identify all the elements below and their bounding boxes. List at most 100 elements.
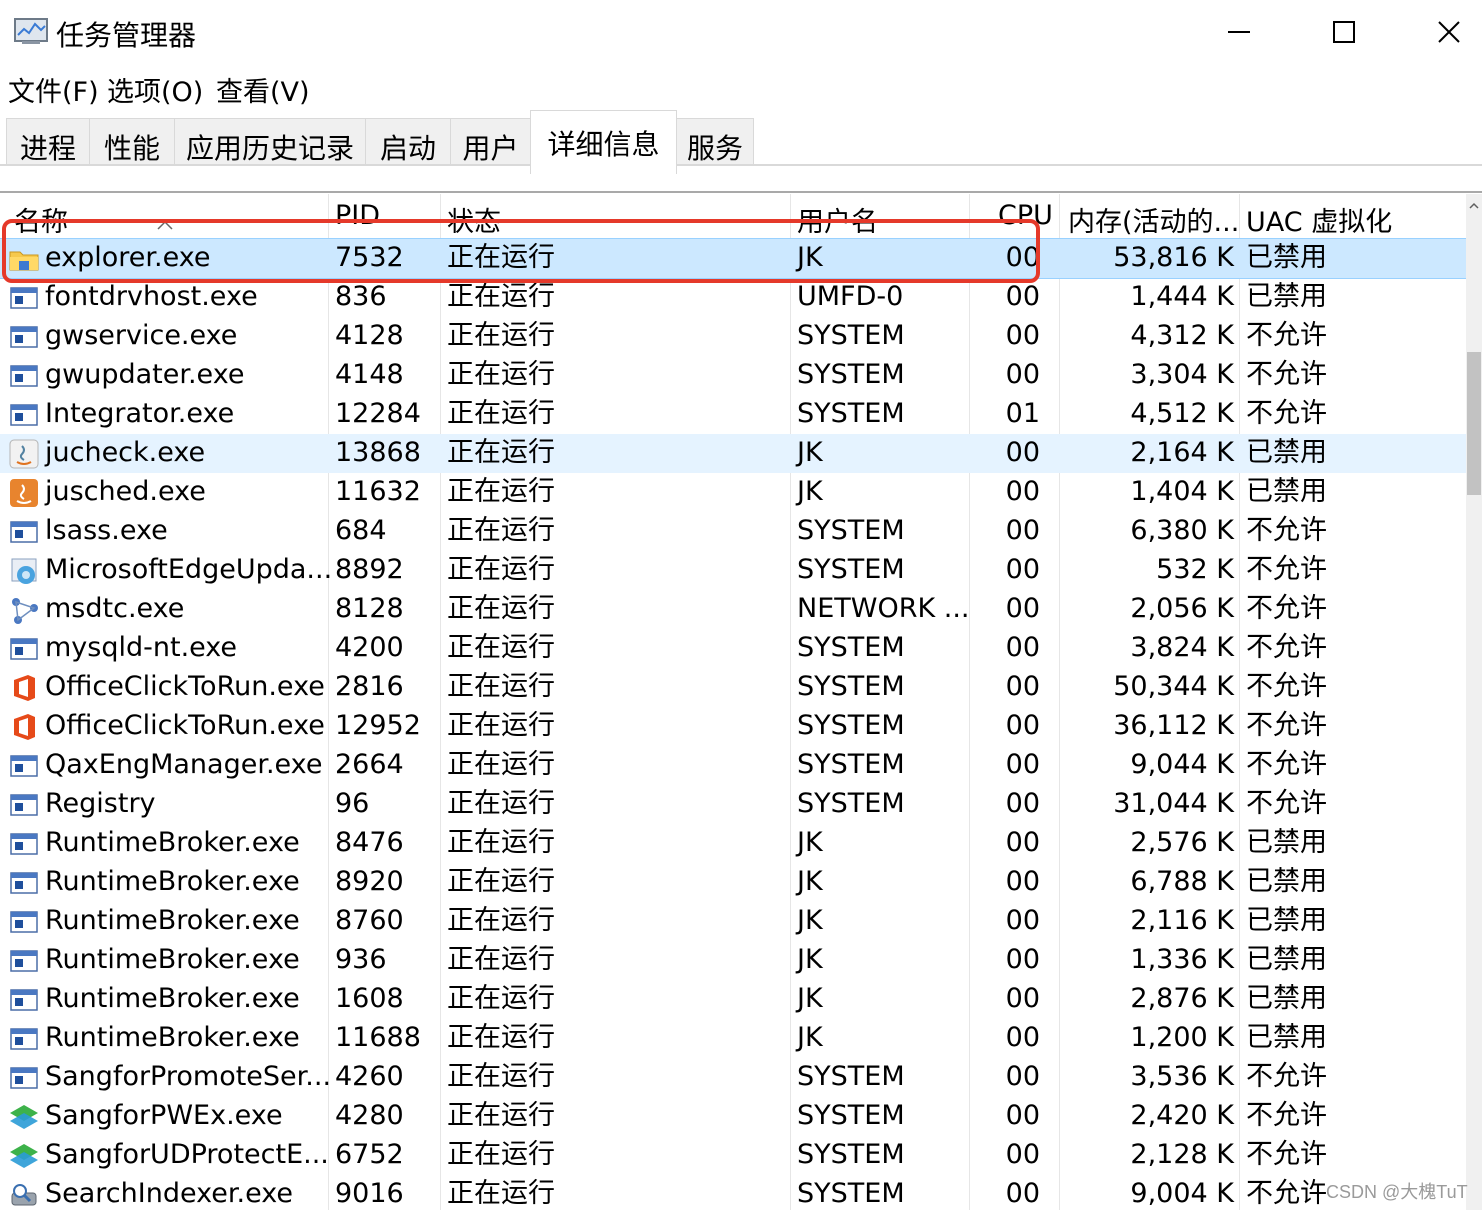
process-pid: 684	[335, 515, 387, 546]
process-pid: 11688	[335, 1022, 421, 1053]
process-user: SYSTEM	[797, 515, 905, 546]
close-button[interactable]	[1397, 0, 1482, 64]
process-cpu: 00	[1005, 476, 1040, 507]
process-name: gwupdater.exe	[45, 359, 245, 390]
process-pid: 8760	[335, 905, 404, 936]
process-memory: 3,824 K	[1130, 632, 1234, 663]
network-icon	[12, 598, 38, 624]
scroll-up-icon[interactable]	[1466, 198, 1482, 214]
process-pid: 8476	[335, 827, 404, 858]
table-row[interactable]: explorer.exe 7532 正在运行 JK 00 53,816 K 已禁用	[0, 238, 1467, 279]
table-row[interactable]: RuntimeBroker.exe 8476 正在运行 JK 00 2,576 K 已禁用	[0, 824, 1466, 863]
table-row[interactable]: msdtc.exe 8128 正在运行 NETWORK ... 00 2,056 K 不允许	[0, 590, 1466, 629]
process-pid: 936	[335, 944, 387, 975]
process-memory: 2,116 K	[1130, 905, 1234, 936]
process-memory: 4,312 K	[1130, 320, 1234, 351]
process-name: OfficeClickToRun.exe	[45, 671, 325, 702]
table-row[interactable]: fontdrvhost.exe 836 正在运行 UMFD-0 00 1,444 K 已禁用	[0, 278, 1466, 317]
table-row[interactable]: MicrosoftEdgeUpda... 8892 正在运行 SYSTEM 00 532 …	[0, 551, 1466, 590]
menu-view[interactable]: 查看(V)	[216, 70, 310, 109]
column-header-memory[interactable]: 内存(活动的...	[1068, 200, 1239, 239]
table-row[interactable]: OfficeClickToRun.exe 2816 正在运行 SYSTEM 00 50,3…	[0, 668, 1466, 707]
process-user: SYSTEM	[797, 749, 905, 780]
process-uac: 不允许	[1246, 788, 1327, 819]
column-header-cpu[interactable]: CPU	[998, 200, 1053, 231]
process-name: RuntimeBroker.exe	[45, 983, 300, 1014]
process-memory: 3,304 K	[1130, 359, 1234, 390]
table-row[interactable]: jucheck.exe 13868 正在运行 JK 00 2,164 K 已禁用	[0, 434, 1466, 473]
process-cpu: 00	[1005, 1178, 1040, 1209]
table-row[interactable]: Integrator.exe 12284 正在运行 SYSTEM 01 4,512 K 不允…	[0, 395, 1466, 434]
table-row[interactable]: OfficeClickToRun.exe 12952 正在运行 SYSTEM 00 36,…	[0, 707, 1466, 746]
process-cpu: 00	[1005, 1061, 1040, 1092]
process-uac: 不允许	[1246, 359, 1327, 390]
scrollbar-thumb[interactable]	[1467, 352, 1481, 495]
process-pid: 11632	[335, 476, 421, 507]
java-orange-icon	[10, 479, 38, 507]
table-row[interactable]: jusched.exe 11632 正在运行 JK 00 1,404 K 已禁用	[0, 473, 1466, 512]
process-pid: 836	[335, 281, 387, 312]
close-icon	[1438, 21, 1460, 43]
table-row[interactable]: QaxEngManager.exe 2664 正在运行 SYSTEM 00 9,044 K…	[0, 746, 1466, 785]
process-status: 正在运行	[447, 242, 555, 273]
table-row[interactable]: mysqld-nt.exe 4200 正在运行 SYSTEM 00 3,824 K 不允许	[0, 629, 1466, 668]
menu-file[interactable]: 文件(F)	[8, 70, 99, 109]
app-window-icon	[10, 404, 38, 426]
table-row[interactable]: Registry 96 正在运行 SYSTEM 00 31,044 K 不允许	[0, 785, 1466, 824]
process-cpu: 00	[1005, 749, 1040, 780]
process-cpu: 01	[1005, 398, 1040, 429]
menu-bar: 文件(F) 选项(O) 查看(V)	[0, 66, 1482, 108]
tab-details[interactable]: 详细信息	[530, 110, 677, 174]
table-row[interactable]: lsass.exe 684 正在运行 SYSTEM 00 6,380 K 不允许	[0, 512, 1466, 551]
app-window-icon	[10, 833, 38, 855]
process-status: 正在运行	[447, 983, 555, 1014]
table-row[interactable]: RuntimeBroker.exe 8920 正在运行 JK 00 6,788 K 已禁用	[0, 863, 1466, 902]
table-row[interactable]: RuntimeBroker.exe 11688 正在运行 JK 00 1,200 K 已禁用	[0, 1019, 1466, 1058]
process-user: SYSTEM	[797, 632, 905, 663]
process-name: MicrosoftEdgeUpda...	[45, 554, 333, 585]
process-memory: 1,336 K	[1130, 944, 1234, 975]
table-row[interactable]: SangforUDProtectE... 6752 正在运行 SYSTEM 00 2,12…	[0, 1136, 1466, 1175]
process-memory: 3,536 K	[1130, 1061, 1234, 1092]
table-row[interactable]: SearchIndexer.exe 9016 正在运行 SYSTEM 00 9,004 K…	[0, 1175, 1466, 1214]
process-cpu: 00	[1005, 437, 1040, 468]
process-memory: 9,044 K	[1130, 749, 1234, 780]
vertical-scrollbar[interactable]	[1466, 194, 1482, 1210]
process-pid: 8920	[335, 866, 404, 897]
process-status: 正在运行	[447, 359, 555, 390]
table-row[interactable]: RuntimeBroker.exe 8760 正在运行 JK 00 2,116 K 已禁用	[0, 902, 1466, 941]
process-uac: 不允许	[1246, 320, 1327, 351]
app-window-icon	[10, 989, 38, 1011]
menu-options[interactable]: 选项(O)	[107, 70, 203, 109]
process-pid: 96	[335, 788, 370, 819]
minimize-button[interactable]	[1187, 0, 1291, 64]
window-title: 任务管理器	[56, 19, 197, 52]
column-header-username[interactable]: 用户名	[797, 200, 878, 239]
column-header-uac[interactable]: UAC 虚拟化	[1246, 200, 1392, 239]
column-header-pid[interactable]: PID	[335, 200, 380, 231]
process-uac: 不允许	[1246, 749, 1327, 780]
process-name: Registry	[45, 788, 156, 819]
process-cpu: 00	[1005, 1022, 1040, 1053]
table-row[interactable]: gwupdater.exe 4148 正在运行 SYSTEM 00 3,304 K 不允许	[0, 356, 1466, 395]
table-row[interactable]: gwservice.exe 4128 正在运行 SYSTEM 00 4,312 K 不允许	[0, 317, 1466, 356]
process-cpu: 00	[1005, 983, 1040, 1014]
table-row[interactable]: RuntimeBroker.exe 936 正在运行 JK 00 1,336 K 已禁用	[0, 941, 1466, 980]
table-row[interactable]: SangforPWEx.exe 4280 正在运行 SYSTEM 00 2,420 K 不允…	[0, 1097, 1466, 1136]
table-row[interactable]: RuntimeBroker.exe 1608 正在运行 JK 00 2,876 K 已禁用	[0, 980, 1466, 1019]
table-row[interactable]: SangforPromoteSer... 4260 正在运行 SYSTEM 00 3,53…	[0, 1058, 1466, 1097]
process-pid: 4148	[335, 359, 404, 390]
java-icon	[9, 439, 39, 469]
column-header-status[interactable]: 状态	[447, 200, 501, 239]
process-pid: 6752	[335, 1139, 404, 1170]
office-icon	[14, 675, 35, 701]
process-cpu: 00	[1005, 827, 1040, 858]
process-status: 正在运行	[447, 671, 555, 702]
process-status: 正在运行	[447, 593, 555, 624]
process-memory: 31,044 K	[1113, 788, 1234, 819]
column-header-name[interactable]: 名称	[14, 200, 68, 239]
process-memory: 36,112 K	[1113, 710, 1234, 741]
process-name: lsass.exe	[45, 515, 168, 546]
process-cpu: 00	[1005, 281, 1040, 312]
maximize-button[interactable]	[1292, 0, 1396, 64]
